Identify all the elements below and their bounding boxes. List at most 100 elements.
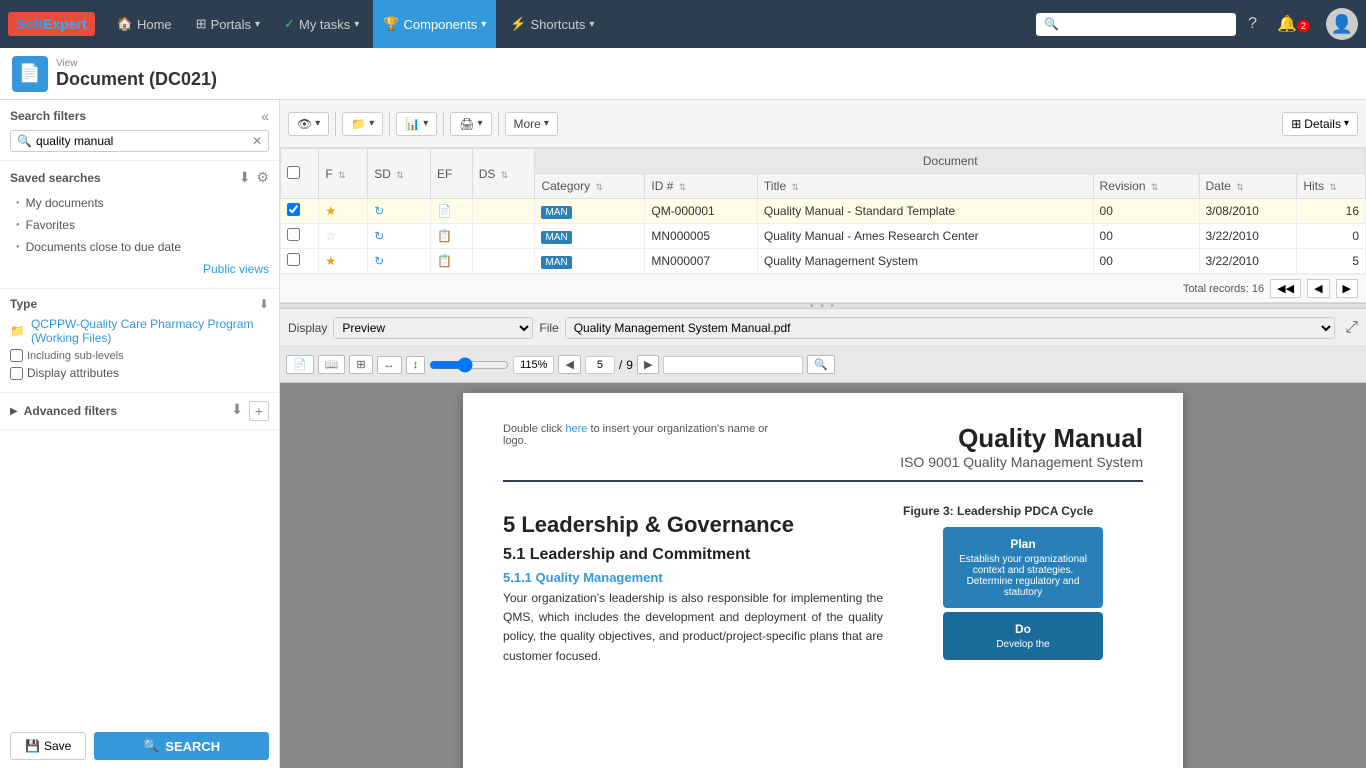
star-icon[interactable]: ★ xyxy=(325,254,336,268)
more-btn[interactable]: More ▾ xyxy=(505,112,558,136)
next-page-btn[interactable]: ▶ xyxy=(1336,279,1358,298)
preview-toolbar: Display Preview File Quality Management … xyxy=(280,309,1366,347)
zoom-slider[interactable] xyxy=(429,357,509,373)
nav-portals-label: Portals xyxy=(211,17,251,32)
download-advanced-icon[interactable]: ⬇ xyxy=(231,401,243,421)
section5-title: 5 Leadership & Governance xyxy=(503,512,883,538)
separator-3 xyxy=(443,112,444,136)
settings-saved-icon[interactable]: ⚙ xyxy=(256,169,269,186)
row-title: Quality Management System xyxy=(757,249,1093,274)
collapse-icon[interactable]: « xyxy=(261,108,269,124)
more-dropdown-icon: ▾ xyxy=(544,118,549,129)
public-views-link[interactable]: Public views xyxy=(10,258,269,280)
chart-btn[interactable]: 📊 ▾ xyxy=(396,112,437,136)
book-view-btn[interactable]: 📖 xyxy=(318,355,346,374)
category-badge: MAN xyxy=(541,206,571,219)
help-icon[interactable]: ? xyxy=(1240,15,1265,33)
mytasks-icon: ✓ xyxy=(284,16,295,32)
doc-header-area: Double click here to insert your organiz… xyxy=(503,423,1143,482)
col-date[interactable]: Date ⇅ xyxy=(1199,174,1297,199)
list-item[interactable]: Favorites xyxy=(10,214,269,236)
search-input[interactable] xyxy=(36,134,252,148)
sub-levels-checkbox[interactable] xyxy=(10,349,23,362)
fit-width-btn[interactable]: ↔ xyxy=(377,356,402,374)
star-icon[interactable]: ☆ xyxy=(325,229,336,243)
col-id[interactable]: ID # ⇅ xyxy=(645,174,758,199)
doc-icon-btn[interactable]: 📄 xyxy=(286,355,314,374)
save-button[interactable]: 💾 Save xyxy=(10,732,86,760)
search-filters-title: Search filters xyxy=(10,109,86,123)
col-revision[interactable]: Revision ⇅ xyxy=(1093,174,1199,199)
row-checkbox[interactable] xyxy=(287,253,300,266)
export-icon: 📁 xyxy=(351,117,366,131)
col-category[interactable]: Category ⇅ xyxy=(535,174,645,199)
nav-home[interactable]: 🏠 Home xyxy=(107,0,182,48)
col-hits[interactable]: Hits ⇅ xyxy=(1297,174,1366,199)
col-title[interactable]: Title ⇅ xyxy=(757,174,1093,199)
nav-components[interactable]: 🏆 Components ▾ xyxy=(373,0,496,48)
display-attrs-checkbox[interactable] xyxy=(10,367,23,380)
search-label: SEARCH xyxy=(165,739,220,754)
first-page-btn[interactable]: ◀◀ xyxy=(1270,279,1301,298)
view-icon: 👁 xyxy=(297,117,312,131)
type-folder[interactable]: 📁 QCPPW-Quality Care Pharmacy Program (W… xyxy=(10,317,269,345)
main-layout: Search filters « 🔍 ✕ Saved searches ⬇ ⚙ xyxy=(0,100,1366,768)
col-ef[interactable]: EF xyxy=(430,149,472,199)
nav-search-box[interactable]: 🔍 xyxy=(1036,13,1236,36)
expand-icon[interactable]: ⤢ xyxy=(1345,319,1358,337)
section511-title: 5.1.1 Quality Management xyxy=(503,570,883,585)
list-item[interactable]: My documents xyxy=(10,192,269,214)
grid-view-btn[interactable]: ⊞ xyxy=(349,355,372,374)
nav-portals[interactable]: ⊞ Portals ▾ xyxy=(186,0,270,48)
notifications-icon[interactable]: 🔔2 xyxy=(1269,14,1318,34)
prev-page-viewer-btn[interactable]: ◀ xyxy=(558,355,580,374)
download-saved-icon[interactable]: ⬇ xyxy=(239,169,251,186)
toolbar: 👁 ▾ 📁 ▾ 📊 ▾ 🖨 ▾ More ▾ xyxy=(280,100,1366,148)
doc-search-btn[interactable]: 🔍 xyxy=(807,355,835,374)
logo[interactable]: SoftExpert xyxy=(8,12,95,36)
col-sd[interactable]: SD ⇅ xyxy=(368,149,431,199)
details-btn[interactable]: ⊞ Details ▾ xyxy=(1282,112,1358,136)
file-select[interactable]: Quality Management System Manual.pdf xyxy=(565,317,1335,339)
nav-search-input[interactable] xyxy=(1063,17,1228,32)
prev-page-btn[interactable]: ◀ xyxy=(1307,279,1329,298)
user-avatar[interactable]: 👤 xyxy=(1326,8,1358,40)
chart-dropdown-icon: ▾ xyxy=(423,118,428,129)
document-page: Double click here to insert your organiz… xyxy=(463,393,1183,768)
org-placeholder-link[interactable]: here xyxy=(565,423,587,435)
saved-searches-list: My documents Favorites Documents close t… xyxy=(10,192,269,258)
row-checkbox[interactable] xyxy=(287,203,300,216)
col-ds[interactable]: DS ⇅ xyxy=(472,149,535,199)
star-icon[interactable]: ★ xyxy=(325,204,336,218)
view-toggle-btn[interactable]: 👁 ▾ xyxy=(288,112,329,136)
list-item[interactable]: Documents close to due date xyxy=(10,236,269,258)
next-page-viewer-btn[interactable]: ▶ xyxy=(637,355,659,374)
export-btn[interactable]: 📁 ▾ xyxy=(342,112,383,136)
row-checkbox[interactable] xyxy=(287,228,300,241)
col-f[interactable]: F ⇅ xyxy=(319,149,368,199)
chart-icon: 📊 xyxy=(405,117,420,131)
advanced-filters-arrow-icon[interactable]: ▶ xyxy=(10,406,18,417)
clear-search-icon[interactable]: ✕ xyxy=(252,134,262,148)
search-button[interactable]: 🔍 SEARCH xyxy=(94,732,269,760)
nav-mytasks[interactable]: ✓ My tasks ▾ xyxy=(274,0,369,48)
left-panel: Search filters « 🔍 ✕ Saved searches ⬇ ⚙ xyxy=(0,100,280,768)
doc-search-input[interactable] xyxy=(663,356,803,374)
table-row[interactable]: ☆ ↻ 📋 MAN MN000005 Quality Manual - Ames… xyxy=(281,224,1366,249)
org-placeholder[interactable]: Double click here to insert your organiz… xyxy=(503,423,783,447)
select-all-checkbox[interactable] xyxy=(287,166,300,179)
download-type-icon[interactable]: ⬇ xyxy=(259,297,269,311)
table-row[interactable]: ★ ↻ 📄 MAN QM-000001 Quality Manual - Sta… xyxy=(281,199,1366,224)
fit-height-btn[interactable]: ↕ xyxy=(406,356,426,374)
nav-shortcuts[interactable]: ⚡ Shortcuts ▾ xyxy=(500,0,604,48)
details-dropdown-icon: ▾ xyxy=(1344,118,1349,129)
cal-icon: 📋 xyxy=(437,229,452,243)
page-input[interactable]: 5 xyxy=(585,356,615,374)
add-filter-icon[interactable]: + xyxy=(249,401,269,421)
table-row[interactable]: ★ ↻ 📋 MAN MN000007 Quality Management Sy… xyxy=(281,249,1366,274)
print-btn[interactable]: 🖨 ▾ xyxy=(450,112,491,136)
advanced-filters-section: ▶ Advanced filters ⬇ + xyxy=(0,393,279,430)
display-select[interactable]: Preview xyxy=(333,317,533,339)
doc-title-right: Quality Manual ISO 9001 Quality Manageme… xyxy=(900,423,1143,470)
row-hits: 16 xyxy=(1297,199,1366,224)
